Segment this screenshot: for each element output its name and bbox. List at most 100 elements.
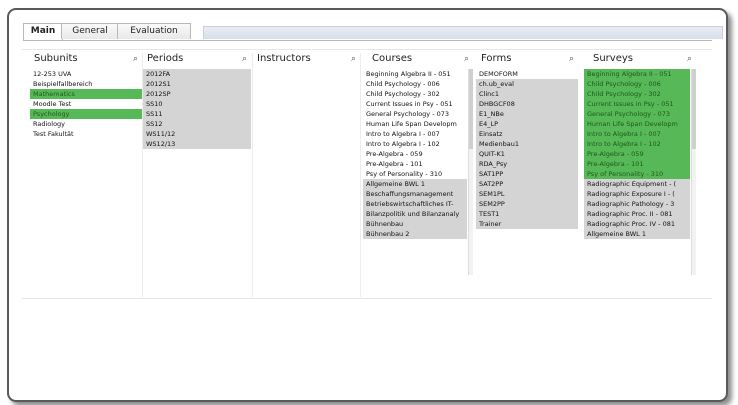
listbox-item[interactable]: Radiographic Exposure I - ( xyxy=(584,189,690,199)
listbox-item[interactable]: Child Psychology - 302 xyxy=(363,89,467,99)
listbox-item[interactable]: Current Issues in Psy - 051 xyxy=(584,99,690,109)
scrollbar-thumb[interactable] xyxy=(692,69,696,149)
search-icon[interactable]: ⌕ xyxy=(351,54,356,64)
column-divider xyxy=(360,53,361,297)
listbox-item[interactable]: Allgemeine BWL 1 xyxy=(363,179,467,189)
listbox-item[interactable]: Child Psychology - 006 xyxy=(363,79,467,89)
listbox-item[interactable]: Psy of Personality - 310 xyxy=(363,169,467,179)
listbox-subunits: Subunits ⌕ 12-253 UVA Beispielfallbereich… xyxy=(30,53,142,231)
tab-general[interactable]: General xyxy=(61,23,119,39)
listbox-item[interactable]: Radiographic Proc. II - 081 xyxy=(584,209,690,219)
listbox-item[interactable]: Child Psychology - 302 xyxy=(584,89,690,99)
listbox-item[interactable]: SS11 xyxy=(143,109,251,119)
tab-evaluation[interactable]: Evaluation xyxy=(117,23,191,39)
listbox-forms: Forms ⌕ DEMOFORM ch.ub_eval Clinc1 DHBGCF08… xyxy=(476,53,578,275)
listbox-item[interactable]: Beginning Algebra II - 051 xyxy=(584,69,690,79)
tab-underline xyxy=(23,40,712,41)
listbox-item[interactable]: 2012S1 xyxy=(143,79,251,89)
listbox-title: Surveys xyxy=(593,53,633,64)
listbox-item[interactable]: Radiographic Equipment - ( xyxy=(584,179,690,189)
listbox-item[interactable]: Allgemeine BWL 1 xyxy=(584,229,690,239)
search-icon[interactable]: ⌕ xyxy=(464,54,469,64)
listbox-item[interactable]: SS12 xyxy=(143,119,251,129)
search-icon[interactable]: ⌕ xyxy=(133,54,138,64)
listbox-body: Beginning Algebra II - 051 Child Psycholo… xyxy=(363,69,467,275)
listbox-item[interactable]: Bilanzpolitik und Bilanzanaly xyxy=(363,209,467,219)
listbox-item[interactable]: Child Psychology - 006 xyxy=(584,79,690,89)
listbox-body: DEMOFORM ch.ub_eval Clinc1 DHBGCF08 E1_NBe E4… xyxy=(476,69,578,275)
listbox-item[interactable]: SAT1PP xyxy=(476,169,578,179)
listbox-item[interactable]: WS12/13 xyxy=(143,139,251,149)
listbox-item[interactable]: Pre-Algebra - 059 xyxy=(584,149,690,159)
listbox-item[interactable]: SAT2PP xyxy=(476,179,578,189)
listbox-item[interactable]: Pre-Algebra - 059 xyxy=(363,149,467,159)
listbox-item[interactable]: Bühnenbau xyxy=(363,219,467,229)
listbox-item[interactable]: Mathematics xyxy=(30,89,142,99)
listbox-item[interactable]: General Psychology - 073 xyxy=(363,109,467,119)
listbox-item[interactable]: Test Fakultät xyxy=(30,129,142,139)
listbox-item[interactable]: Intro to Algebra I - 007 xyxy=(584,129,690,139)
listbox-item[interactable]: Intro to Algebra I - 102 xyxy=(584,139,690,149)
listbox-item[interactable]: E1_NBe xyxy=(476,109,578,119)
listbox-item[interactable]: Pre-Algebra - 101 xyxy=(584,159,690,169)
listbox-courses: Courses ⌕ Beginning Algebra II - 051 Chil… xyxy=(363,53,473,275)
tab-main[interactable]: Main xyxy=(23,23,63,40)
listbox-item[interactable]: SEM1PL xyxy=(476,189,578,199)
listbox-item[interactable]: 2012SP xyxy=(143,89,251,99)
listbox-item[interactable]: Radiology xyxy=(30,119,142,129)
scrollbar-thumb[interactable] xyxy=(469,69,473,149)
search-icon[interactable]: ⌕ xyxy=(687,54,692,64)
listbox-header: Forms ⌕ xyxy=(476,53,578,67)
listbox-surveys: Surveys ⌕ Beginning Algebra II - 051 Chil… xyxy=(584,53,696,275)
listbox-item[interactable]: Moodle Test xyxy=(30,99,142,109)
listbox-item[interactable]: General Psychology - 073 xyxy=(584,109,690,119)
listbox-item[interactable]: Current Issues in Psy - 051 xyxy=(363,99,467,109)
listbox-item[interactable]: Bühnenbau 2 xyxy=(363,229,467,239)
listbox-title: Forms xyxy=(481,53,512,64)
listbox-item[interactable]: DEMOFORM xyxy=(476,69,578,79)
listbox-item[interactable]: QUIT-K1 xyxy=(476,149,578,159)
listbox-item[interactable]: Psychology xyxy=(30,109,142,119)
listbox-item[interactable]: Beschaffungsmanagement xyxy=(363,189,467,199)
listbox-title: Instructors xyxy=(257,53,311,64)
listbox-header: Courses ⌕ xyxy=(363,53,473,67)
listbox-item[interactable]: SEM2PP xyxy=(476,199,578,209)
search-icon[interactable]: ⌕ xyxy=(569,54,574,64)
listbox-item[interactable]: TEST1 xyxy=(476,209,578,219)
tab-strip-background xyxy=(203,26,723,39)
listbox-item[interactable]: Radiographic Proc. IV - 081 xyxy=(584,219,690,229)
listbox-item[interactable]: Betriebswirtschaftliches IT- xyxy=(363,199,467,209)
listbox-item[interactable]: 12-253 UVA xyxy=(30,69,142,79)
listbox-item[interactable]: Radiographic Pathology - 3 xyxy=(584,199,690,209)
listbox-item[interactable]: ch.ub_eval xyxy=(476,79,578,89)
listbox-item[interactable]: Intro to Algebra I - 102 xyxy=(363,139,467,149)
listbox-item[interactable]: SS10 xyxy=(143,99,251,109)
listbox-item[interactable]: Human Life Span Developm xyxy=(363,119,467,129)
listbox-title: Subunits xyxy=(34,53,78,64)
listbox-item[interactable]: Pre-Algebra - 101 xyxy=(363,159,467,169)
listbox-item[interactable]: Beispielfallbereich xyxy=(30,79,142,89)
listbox-item[interactable]: Einsatz xyxy=(476,129,578,139)
listbox-item[interactable]: 2012FA xyxy=(143,69,251,79)
listbox-item[interactable]: DHBGCF08 xyxy=(476,99,578,109)
search-icon[interactable]: ⌕ xyxy=(242,54,247,64)
listbox-item[interactable]: Trainer xyxy=(476,219,578,229)
scrollbar[interactable] xyxy=(691,69,696,275)
listbox-body: 12-253 UVA Beispielfallbereich Mathematics… xyxy=(30,69,142,231)
listbox-item[interactable]: Medienbau1 xyxy=(476,139,578,149)
scrollbar[interactable] xyxy=(468,69,473,275)
listbox-header: Periods ⌕ xyxy=(143,53,251,67)
listbox-item[interactable]: WS11/12 xyxy=(143,129,251,139)
listbox-item[interactable]: E4_LP xyxy=(476,119,578,129)
listbox-header: Subunits ⌕ xyxy=(30,53,142,67)
listbox-title: Periods xyxy=(147,53,184,64)
listbox-item[interactable]: Beginning Algebra II - 051 xyxy=(363,69,467,79)
listbox-item[interactable]: Clinc1 xyxy=(476,89,578,99)
listbox-item[interactable]: Psy of Personality - 310 xyxy=(584,169,690,179)
listbox-instructors: Instructors ⌕ xyxy=(253,53,360,297)
listbox-body: Beginning Algebra II - 051 Child Psycholo… xyxy=(584,69,690,275)
listbox-item[interactable]: Human Life Span Developm xyxy=(584,119,690,129)
listbox-item[interactable]: Intro to Algebra I - 007 xyxy=(363,129,467,139)
listbox-item[interactable]: RDA_Psy xyxy=(476,159,578,169)
listbox-header: Instructors ⌕ xyxy=(253,53,360,67)
